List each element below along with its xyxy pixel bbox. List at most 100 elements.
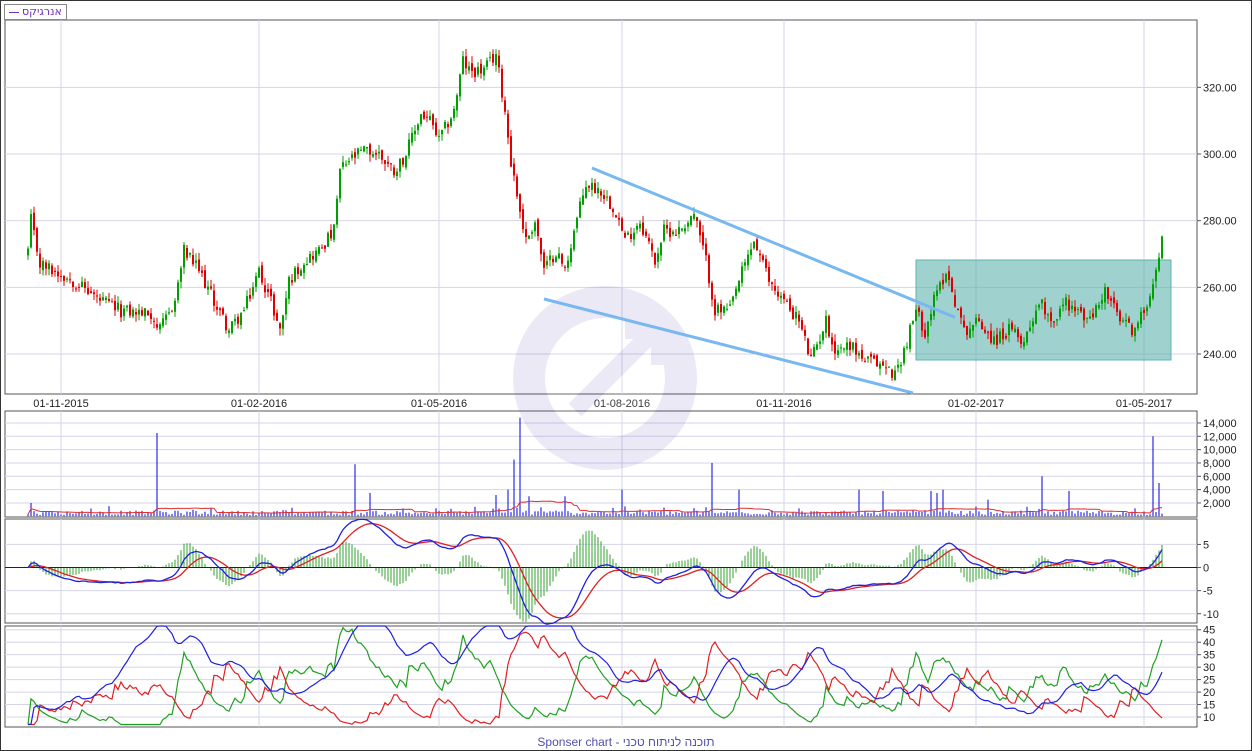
candle-body xyxy=(1089,316,1091,319)
candle-body xyxy=(837,350,839,355)
candle-body xyxy=(684,228,686,232)
candle-body xyxy=(414,130,416,135)
candle-body xyxy=(717,304,719,313)
candle-body xyxy=(948,271,950,280)
candle-body xyxy=(240,313,242,326)
candle-body xyxy=(918,307,920,312)
candle-body xyxy=(411,132,413,143)
candle-body xyxy=(588,185,590,188)
candle-body xyxy=(540,237,542,255)
candle-body xyxy=(27,248,29,256)
candle-body xyxy=(699,221,701,236)
candle-body xyxy=(1068,299,1070,311)
candle-body xyxy=(249,294,251,299)
candle-body xyxy=(396,171,398,177)
candle-body xyxy=(945,273,947,283)
candle-body xyxy=(606,196,608,198)
candle-body xyxy=(966,325,968,336)
candle-body xyxy=(126,305,128,308)
candle-body xyxy=(285,298,287,315)
candle-body xyxy=(1059,308,1061,317)
candle-body xyxy=(324,245,326,249)
candle-body xyxy=(300,270,302,276)
candle-body xyxy=(162,318,164,326)
candle-body xyxy=(861,349,863,359)
candle-body xyxy=(597,188,599,194)
candle-body xyxy=(357,148,359,155)
candle-body xyxy=(123,308,125,317)
candle-body xyxy=(201,270,203,273)
candle-body xyxy=(390,163,392,165)
candle-body xyxy=(1023,341,1025,347)
candle-body xyxy=(891,369,893,378)
candle-body xyxy=(531,232,533,234)
candle-body xyxy=(732,296,734,302)
candle-body xyxy=(789,298,791,311)
candle-body xyxy=(225,316,227,331)
candle-body xyxy=(795,312,797,319)
candle-body xyxy=(960,307,962,318)
candle-body xyxy=(1095,305,1097,318)
candle-body xyxy=(204,270,206,289)
consolidation-zone xyxy=(915,259,1172,361)
candle-body xyxy=(630,234,632,240)
candle-body xyxy=(513,163,515,176)
candle-body xyxy=(876,355,878,367)
candle-body xyxy=(1116,303,1118,312)
candle-body xyxy=(654,252,656,265)
candle-body xyxy=(366,146,368,149)
candle-body xyxy=(453,108,455,118)
candle-body xyxy=(1032,321,1034,327)
candle-body xyxy=(657,253,659,262)
candle-body xyxy=(108,299,110,301)
candle-body xyxy=(981,321,983,329)
candle-body xyxy=(282,315,284,329)
candle-body xyxy=(714,299,716,316)
candle-body xyxy=(1155,269,1157,282)
volume-axis-tick-label: 6,000 xyxy=(1203,471,1231,483)
chart-canvas[interactable]: 240.00 260.00 280.00 300.00 320.00 2,0004,000… xyxy=(0,0,1252,751)
candle-body xyxy=(765,258,767,268)
candle-body xyxy=(840,347,842,349)
candle-body xyxy=(228,330,230,334)
candle-body xyxy=(1131,324,1133,336)
candle-body xyxy=(546,261,548,266)
candle-body xyxy=(534,222,536,232)
adx-axis-tick-label: 45 xyxy=(1203,625,1215,637)
candle-body xyxy=(504,100,506,112)
candle-body xyxy=(1149,296,1151,307)
candle-body xyxy=(1137,322,1139,329)
candle-body xyxy=(174,300,176,312)
candle-body xyxy=(327,232,329,247)
candle-body xyxy=(360,149,362,151)
candle-body xyxy=(783,293,785,300)
candle-body xyxy=(873,355,875,359)
candle-body xyxy=(567,260,569,268)
candle-body xyxy=(612,209,614,212)
candle-body xyxy=(321,247,323,249)
price-axis-tick-label: 260.00 xyxy=(1203,282,1237,294)
candle-body xyxy=(921,311,923,331)
candle-body xyxy=(33,212,35,231)
candle-body xyxy=(648,237,650,242)
candle-body xyxy=(951,278,953,293)
candle-body xyxy=(270,288,272,297)
candle-body xyxy=(51,265,53,275)
candle-body xyxy=(762,255,764,261)
candle-body xyxy=(786,300,788,302)
candle-body xyxy=(1107,287,1109,299)
candle-body xyxy=(144,308,146,317)
candle-body xyxy=(615,215,617,218)
candle-body xyxy=(30,214,32,248)
legend-security[interactable]: אנרגיקס xyxy=(4,4,67,20)
candle-body xyxy=(1128,318,1130,323)
candle-body xyxy=(987,331,989,333)
candle-body xyxy=(501,68,503,98)
candle-body xyxy=(69,279,71,281)
candle-body xyxy=(426,116,428,118)
candle-body xyxy=(147,310,149,316)
volume-axis-tick-label: 10,000 xyxy=(1203,445,1237,457)
candle-body xyxy=(516,176,518,197)
candle-body xyxy=(477,66,479,75)
candle-body xyxy=(909,325,911,349)
